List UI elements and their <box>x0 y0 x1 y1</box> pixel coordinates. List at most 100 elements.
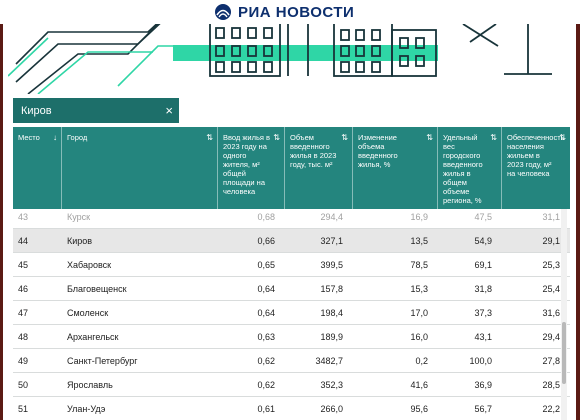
clear-search-icon[interactable]: × <box>165 103 173 118</box>
sort-toggle-icon[interactable]: ⇅ <box>341 133 348 142</box>
city-ranking-table: Место ↓ Город ⇅ Ввод жилья в 2023 году н… <box>13 127 570 420</box>
cell-regional-share: 54,9 <box>474 235 492 246</box>
sort-toggle-icon[interactable]: ⇅ <box>426 133 433 142</box>
cell-housing-per-capita: 0,68 <box>257 211 275 222</box>
cell-housing-per-capita: 0,62 <box>257 355 275 366</box>
brand-name: РИА НОВОСТИ <box>238 3 355 21</box>
cell-volume-change: 13,5 <box>410 235 428 246</box>
cell-housing-provision: 28,5 <box>542 379 560 390</box>
cell-housing-provision: 29,1 <box>542 235 560 246</box>
sort-toggle-icon[interactable]: ⇅ <box>490 133 497 142</box>
column-header-rank[interactable]: Место ↓ <box>13 127 62 209</box>
column-header-volume-change[interactable]: Изменение объема введенного жилья, % ⇅ <box>353 127 438 209</box>
cell-housing-volume: 3482,7 <box>315 355 343 366</box>
cell-rank: 48 <box>18 331 29 342</box>
table-row[interactable]: 50 Ярославль 0,62 352,3 41,6 36,9 28,5 <box>13 373 570 397</box>
column-header-housing-per-capita[interactable]: Ввод жилья в 2023 году на одного жителя,… <box>218 127 285 209</box>
cell-city: Курск <box>67 211 91 222</box>
sort-toggle-icon[interactable]: ⇅ <box>559 133 566 142</box>
cell-housing-provision: 27,8 <box>542 355 560 366</box>
cell-housing-per-capita: 0,61 <box>257 403 275 414</box>
column-header-housing-provision[interactable]: Обеспеченность населения жильем в 2023 г… <box>502 127 570 209</box>
city-search-field[interactable]: Киров × <box>13 98 179 123</box>
sort-toggle-icon[interactable]: ⇅ <box>273 133 280 142</box>
cell-rank: 50 <box>18 379 29 390</box>
table-rows: 43 Курск 0,68 294,4 16,9 47,5 31,1 44 Киров 0,66 3… <box>13 209 570 420</box>
ria-logo[interactable]: РИА НОВОСТИ <box>214 2 354 22</box>
cell-housing-volume: 399,5 <box>320 259 343 270</box>
cell-housing-volume: 266,0 <box>320 403 343 414</box>
cell-rank: 43 <box>18 211 29 222</box>
cell-volume-change: 95,6 <box>410 403 428 414</box>
cell-volume-change: 17,0 <box>410 307 428 318</box>
column-header-housing-volume[interactable]: Объем введенного жилья в 2023 году, тыс.… <box>285 127 353 209</box>
cell-rank: 45 <box>18 259 29 270</box>
cell-housing-volume: 294,4 <box>320 211 343 222</box>
cell-city: Благовещенск <box>67 283 127 294</box>
cell-housing-provision: 31,6 <box>542 307 560 318</box>
cell-housing-per-capita: 0,66 <box>257 235 275 246</box>
cell-housing-provision: 22,2 <box>542 403 560 414</box>
buildings-graphic <box>8 24 552 94</box>
table-row[interactable]: 43 Курск 0,68 294,4 16,9 47,5 31,1 <box>13 209 570 229</box>
sort-toggle-icon[interactable]: ⇅ <box>206 133 213 142</box>
table-row[interactable]: 47 Смоленск 0,64 198,4 17,0 37,3 31,6 <box>13 301 570 325</box>
cell-city: Архангельск <box>67 331 119 342</box>
cell-housing-per-capita: 0,64 <box>257 307 275 318</box>
cell-housing-volume: 198,4 <box>320 307 343 318</box>
cell-housing-per-capita: 0,62 <box>257 379 275 390</box>
cell-volume-change: 78,5 <box>410 259 428 270</box>
table-header: Место ↓ Город ⇅ Ввод жилья в 2023 году н… <box>13 127 570 209</box>
cell-city: Ярославль <box>67 379 113 390</box>
table-body[interactable]: 43 Курск 0,68 294,4 16,9 47,5 31,1 44 Киров 0,66 3… <box>13 209 570 420</box>
column-header-city[interactable]: Город ⇅ <box>62 127 218 209</box>
cell-rank: 44 <box>18 235 29 246</box>
cell-rank: 51 <box>18 403 29 414</box>
search-value[interactable]: Киров <box>21 105 165 117</box>
cell-city: Хабаровск <box>67 259 112 270</box>
cell-volume-change: 41,6 <box>410 379 428 390</box>
cell-volume-change: 0,2 <box>415 355 428 366</box>
window-edge-left <box>0 0 3 420</box>
table-scrollbar[interactable] <box>561 209 567 420</box>
cell-city: Смоленск <box>67 307 109 318</box>
cell-housing-provision: 25,4 <box>542 283 560 294</box>
cell-regional-share: 69,1 <box>474 259 492 270</box>
cell-housing-per-capita: 0,64 <box>257 283 275 294</box>
cell-housing-provision: 29,4 <box>542 331 560 342</box>
cell-rank: 49 <box>18 355 29 366</box>
cell-housing-per-capita: 0,63 <box>257 331 275 342</box>
cell-housing-volume: 352,3 <box>320 379 343 390</box>
table-row[interactable]: 44 Киров 0,66 327,1 13,5 54,9 29,1 <box>13 229 570 253</box>
site-header: РИА НОВОСТИ <box>0 0 580 24</box>
cell-regional-share: 56,7 <box>474 403 492 414</box>
cell-housing-volume: 157,8 <box>320 283 343 294</box>
cell-city: Улан-Удэ <box>67 403 106 414</box>
cell-housing-provision: 25,3 <box>542 259 560 270</box>
table-row[interactable]: 49 Санкт-Петербург 0,62 3482,7 0,2 100,0 27,8 <box>13 349 570 373</box>
table-row[interactable]: 48 Архангельск 0,63 189,9 16,0 43,1 29,4 <box>13 325 570 349</box>
cell-volume-change: 15,3 <box>410 283 428 294</box>
cell-city: Киров <box>67 235 93 246</box>
cell-regional-share: 31,8 <box>474 283 492 294</box>
cell-housing-volume: 189,9 <box>320 331 343 342</box>
cell-rank: 46 <box>18 283 29 294</box>
cell-city: Санкт-Петербург <box>67 355 138 366</box>
cell-volume-change: 16,9 <box>410 211 428 222</box>
cell-housing-volume: 327,1 <box>320 235 343 246</box>
cell-housing-per-capita: 0,65 <box>257 259 275 270</box>
cell-regional-share: 36,9 <box>474 379 492 390</box>
table-row[interactable]: 45 Хабаровск 0,65 399,5 78,5 69,1 25,3 <box>13 253 570 277</box>
sort-arrow-icon[interactable]: ↓ <box>53 133 57 142</box>
cell-regional-share: 43,1 <box>474 331 492 342</box>
table-row[interactable]: 46 Благовещенск 0,64 157,8 15,3 31,8 25,4 <box>13 277 570 301</box>
column-header-regional-share[interactable]: Удельный вес городского введенного жилья… <box>438 127 502 209</box>
table-row[interactable]: 51 Улан-Удэ 0,61 266,0 95,6 56,7 22,2 <box>13 397 570 420</box>
cell-regional-share: 100,0 <box>469 355 492 366</box>
cell-housing-provision: 31,1 <box>542 211 560 222</box>
header-illustration <box>8 24 568 94</box>
cell-regional-share: 37,3 <box>474 307 492 318</box>
cell-rank: 47 <box>18 307 29 318</box>
scrollbar-thumb[interactable] <box>562 322 566 384</box>
ria-globe-icon <box>215 4 231 20</box>
